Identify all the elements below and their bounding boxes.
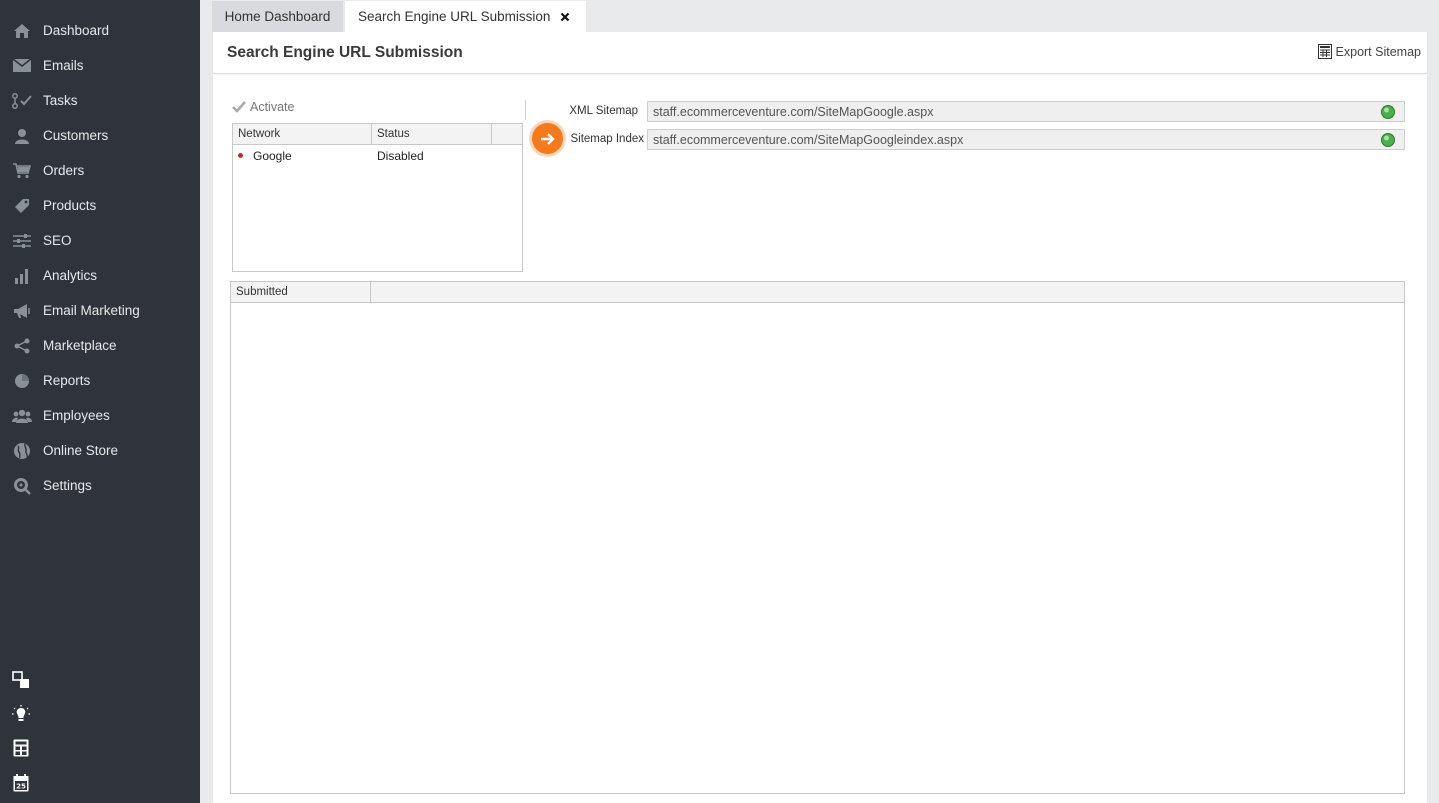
sidebar-item-email-marketing[interactable]: Email Marketing [0,293,200,328]
megaphone-icon [12,301,32,321]
lightbulb-icon[interactable] [11,704,31,724]
sidebar-item-reports[interactable]: Reports [0,363,200,398]
sidebar-item-label: Employees [43,408,110,423]
sidebar-item-label: Reports [43,373,91,388]
page-title: Search Engine URL Submission [227,44,463,61]
spreadsheet-icon [1317,44,1332,59]
column-header-submitted[interactable]: Submitted [231,282,371,303]
sidebar-item-label: Orders [43,163,85,178]
sidebar-item-products[interactable]: Products [0,188,200,223]
column-header-blank [371,282,1404,303]
sidebar-item-dashboard[interactable]: Dashboard [0,13,200,48]
calendar-icon[interactable]: 25 [11,773,31,793]
sidebar-item-label: Email Marketing [43,303,140,318]
sidebar-item-seo[interactable]: SEO [0,223,200,258]
tab-label: Home Dashboard [224,9,331,24]
submit-arrow-button[interactable] [532,123,563,154]
sidebar-item-orders[interactable]: Orders [0,153,200,188]
sidebar-item-marketplace[interactable]: Marketplace [0,328,200,363]
sidebar-item-emails[interactable]: Emails [0,48,200,83]
users-icon [12,406,32,426]
sliders-icon [12,231,32,251]
sidebar-item-label: Analytics [43,268,98,283]
tab-home-dashboard[interactable]: Home Dashboard [212,1,343,32]
sidebar-item-label: Products [43,198,97,213]
sidebar-item-analytics[interactable]: Analytics [0,258,200,293]
sidebar-item-label: Tasks [43,93,78,108]
sidebar-item-label: Customers [43,128,109,143]
export-sitemap-button[interactable]: Export Sitemap [1317,44,1421,59]
globe-icon [12,441,32,461]
table-row[interactable]: Google Disabled [233,146,522,166]
sidebar-item-label: Emails [43,58,84,73]
sidebar-item-settings[interactable]: Settings [0,468,200,503]
arrow-right-icon [540,132,555,145]
sidebar-item-online-store[interactable]: Online Store [0,433,200,468]
tab-label: Search Engine URL Submission [358,9,551,24]
tasks-icon [12,91,32,111]
network-grid: Network Status Google Disabled [232,123,523,272]
sidebar-item-label: Settings [43,478,92,493]
pie-chart-icon [12,371,32,391]
activate-label: Activate [250,100,295,114]
envelope-icon [12,56,32,76]
user-icon [12,126,32,146]
checkmark-icon [232,101,246,113]
main-panel: Search Engine URL Submission Export Site… [213,32,1427,803]
sitemap-index-field[interactable] [647,129,1405,150]
tab-search-engine-url-submission[interactable]: Search Engine URL Submission [345,1,586,32]
sidebar-item-label: SEO [43,233,72,248]
gear-icon [12,476,32,496]
calendar-day: 25 [16,783,26,791]
status-dot-icon [238,153,243,158]
column-header-status[interactable]: Status [372,124,492,145]
windows-icon[interactable] [11,670,31,690]
sidebar: Dashboard Emails Tasks Customers Orders … [0,0,200,803]
column-header-network[interactable]: Network [233,124,372,145]
sidebar-item-label: Online Store [43,443,119,458]
xml-sitemap-label: XML Sitemap [569,105,638,117]
share-icon [12,336,32,356]
network-status: Disabled [377,149,424,163]
globe-go-icon[interactable] [1380,104,1396,120]
close-icon[interactable] [558,10,572,24]
sidebar-item-tasks[interactable]: Tasks [0,83,200,118]
sidebar-item-employees[interactable]: Employees [0,398,200,433]
calculator-icon[interactable] [11,738,31,758]
globe-go-icon[interactable] [1380,132,1396,148]
export-sitemap-label: Export Sitemap [1335,44,1421,59]
tag-icon [12,196,32,216]
xml-sitemap-field[interactable] [647,101,1405,122]
cart-icon [12,161,32,181]
activate-button[interactable]: Activate [232,100,294,114]
sidebar-item-customers[interactable]: Customers [0,118,200,153]
home-icon [12,21,32,41]
toolbar-divider [525,100,526,120]
page-header: Search Engine URL Submission Export Site… [213,32,1427,74]
sidebar-item-label: Marketplace [43,338,117,353]
sitemap-index-label: Sitemap Index [570,133,644,145]
submitted-grid: Submitted [230,281,1405,794]
bar-chart-icon [12,266,32,286]
sidebar-item-label: Dashboard [43,23,110,38]
network-name: Google [253,149,292,163]
column-header-blank [492,124,522,145]
